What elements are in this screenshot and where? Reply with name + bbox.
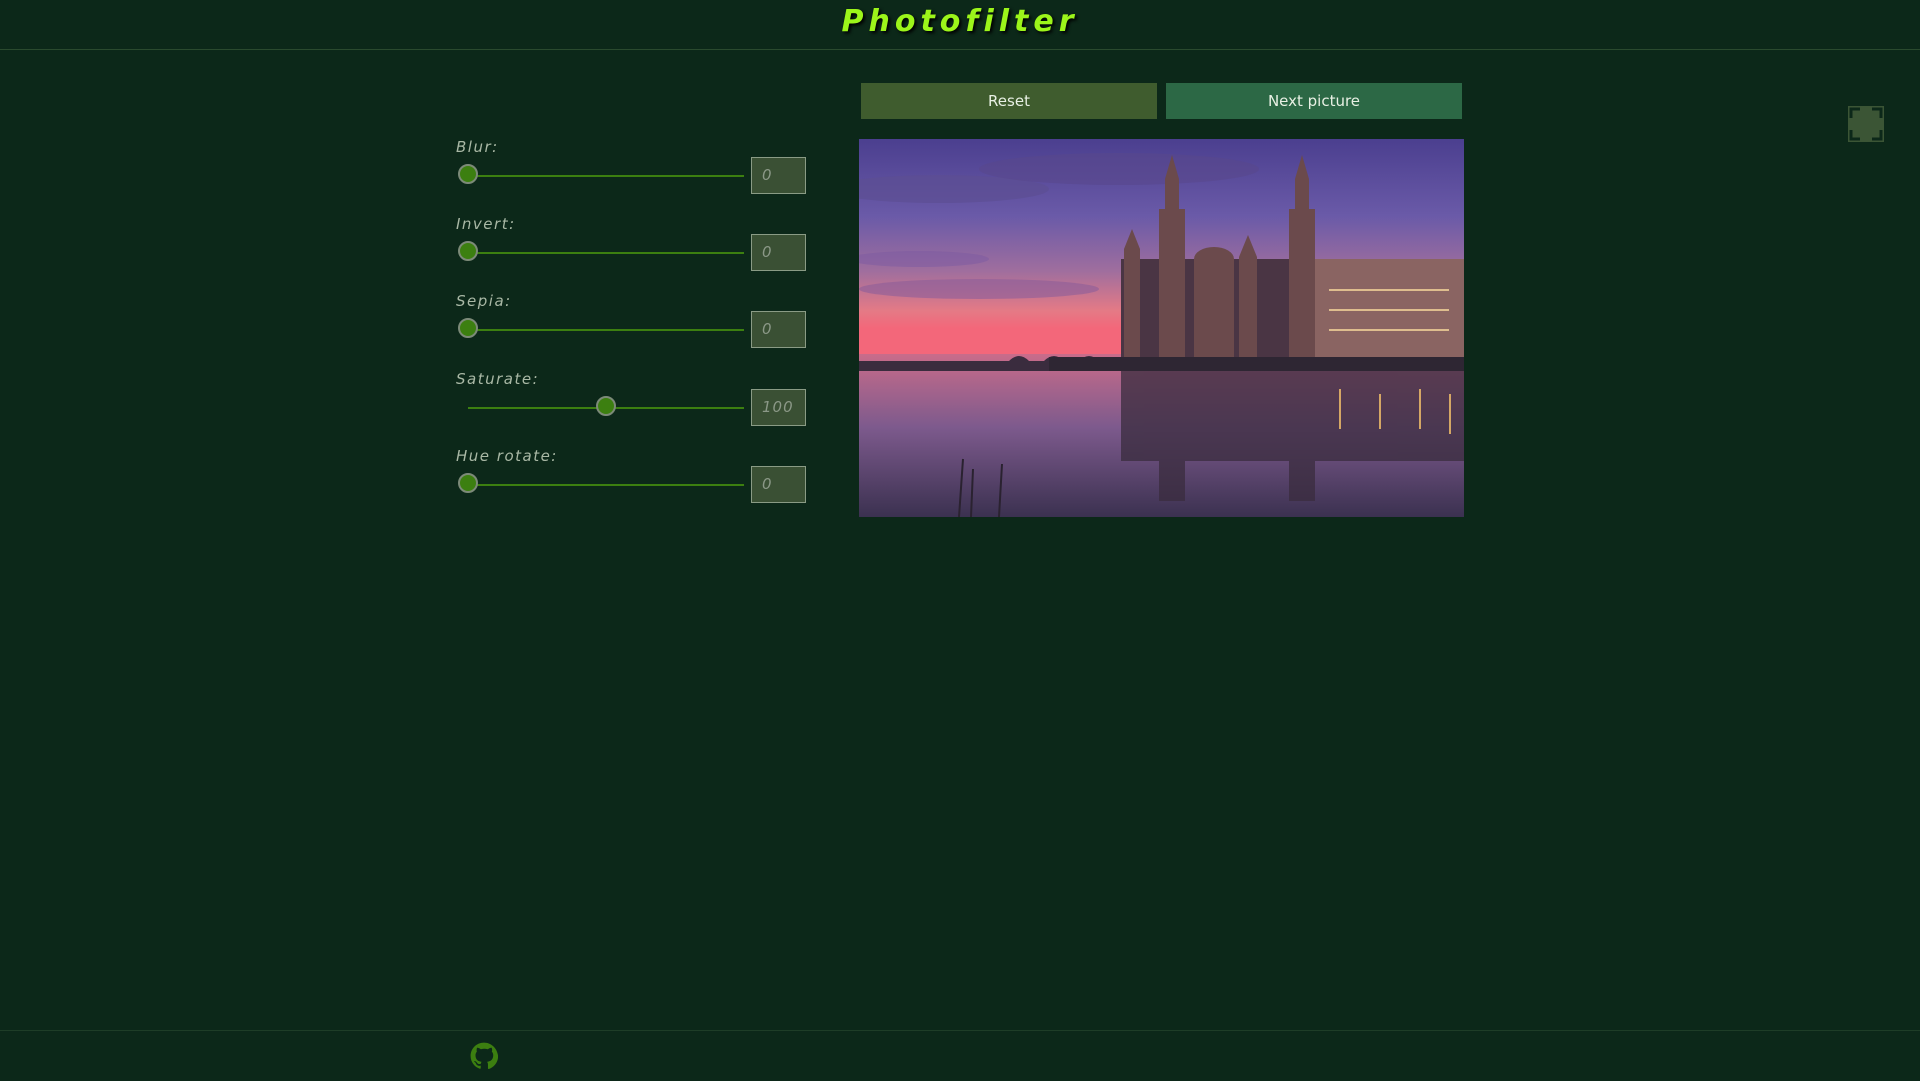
invert-value-input[interactable]: 0 — [751, 234, 806, 271]
github-link[interactable] — [470, 1042, 499, 1070]
photo-preview — [859, 139, 1464, 517]
footer — [0, 1030, 1920, 1081]
saturate-slider-thumb[interactable] — [596, 396, 616, 416]
filter-invert: Invert: 0 — [456, 207, 806, 277]
invert-slider-track[interactable] — [468, 252, 744, 254]
saturate-value-input[interactable]: 100 — [751, 389, 806, 426]
filter-label: Invert: — [456, 215, 516, 233]
fullscreen-button[interactable] — [1848, 106, 1884, 142]
filter-label: Sepia: — [456, 292, 512, 310]
filter-hue-rotate: Hue rotate: 0 — [456, 439, 806, 509]
blur-slider-track[interactable] — [468, 175, 744, 177]
sepia-slider-track[interactable] — [468, 329, 744, 331]
filter-sepia: Sepia: 0 — [456, 284, 806, 354]
blur-value-input[interactable]: 0 — [751, 157, 806, 194]
filter-label: Hue rotate: — [456, 447, 558, 465]
sepia-value-input[interactable]: 0 — [751, 311, 806, 348]
reset-button[interactable]: Reset — [861, 83, 1157, 119]
hue-rotate-slider-thumb[interactable] — [458, 473, 478, 493]
hue-rotate-value-input[interactable]: 0 — [751, 466, 806, 503]
hue-rotate-slider-track[interactable] — [468, 484, 744, 486]
fullscreen-icon — [1849, 107, 1883, 141]
header: Photofilter — [0, 0, 1920, 50]
cathedral-sunset-image — [859, 139, 1464, 517]
filter-saturate: Saturate: 100 — [456, 362, 806, 432]
filter-label: Saturate: — [456, 370, 540, 388]
app-title: Photofilter — [841, 4, 1079, 39]
sepia-slider-thumb[interactable] — [458, 318, 478, 338]
blur-slider-thumb[interactable] — [458, 164, 478, 184]
next-picture-button[interactable]: Next picture — [1166, 83, 1462, 119]
invert-slider-thumb[interactable] — [458, 241, 478, 261]
github-icon — [470, 1042, 499, 1069]
filter-label: Blur: — [456, 138, 499, 156]
filter-blur: Blur: 0 — [456, 130, 806, 200]
